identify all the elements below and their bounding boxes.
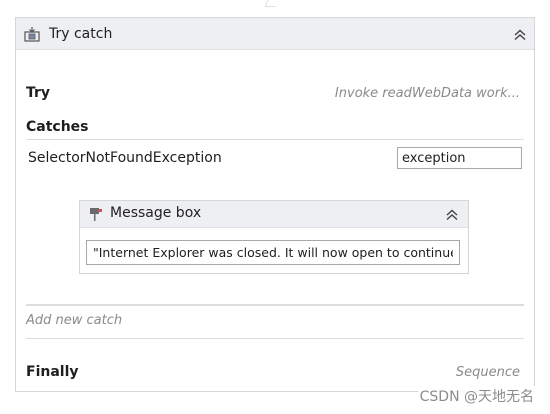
message-box-title: Message box	[110, 205, 202, 221]
exception-variable-input[interactable]	[397, 147, 522, 169]
catches-label: Catches	[26, 119, 89, 135]
divider	[26, 305, 524, 306]
message-box-icon	[88, 206, 104, 222]
message-box-activity[interactable]: Message box	[79, 200, 469, 274]
connector-arrow	[264, 0, 279, 7]
finally-activity-value[interactable]: Sequence	[456, 365, 520, 380]
collapse-chevron-icon[interactable]	[513, 27, 527, 41]
collapse-chevron-icon[interactable]	[445, 207, 459, 221]
try-catch-icon	[24, 26, 40, 42]
watermark: CSDN @天地无名	[417, 386, 536, 406]
try-catch-activity[interactable]: Try catch Try Invoke readWebData work...…	[15, 17, 535, 392]
message-text-input[interactable]	[86, 240, 460, 265]
exception-type-label[interactable]: SelectorNotFoundException	[28, 150, 222, 166]
add-new-catch-link[interactable]: Add new catch	[26, 313, 122, 328]
try-activity-value[interactable]: Invoke readWebData work...	[335, 86, 520, 101]
divider	[26, 338, 524, 339]
try-label: Try	[26, 85, 51, 101]
workflow-canvas: Try catch Try Invoke readWebData work...…	[0, 0, 550, 414]
finally-label: Finally	[26, 364, 79, 380]
try-catch-title: Try catch	[49, 26, 113, 42]
try-catch-header[interactable]: Try catch	[16, 18, 534, 50]
message-box-header[interactable]: Message box	[80, 201, 468, 228]
